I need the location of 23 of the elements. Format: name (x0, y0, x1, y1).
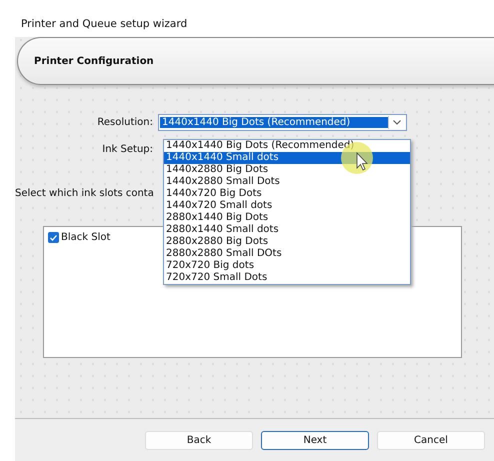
resolution-option[interactable]: 1440x2880 Big Dots (164, 164, 410, 176)
resolution-option[interactable]: 1440x2880 Small Dots (164, 176, 410, 188)
wizard-button[interactable]: Next (261, 430, 369, 450)
wizard-button[interactable]: Cancel (377, 430, 485, 450)
chevron-icon (393, 120, 401, 124)
window-title: Printer and Queue setup wizard (21, 18, 188, 30)
slot-label: Black Slot (61, 232, 110, 243)
resolution-option[interactable]: 1440x1440 Big Dots (Recommended) (164, 140, 410, 152)
resolution-option[interactable]: 720x720 Small Dots (164, 272, 410, 284)
resolution-option[interactable]: 2880x1440 Small dots (164, 224, 410, 236)
resolution-option[interactable]: 2880x1440 Big Dots (164, 212, 410, 224)
page-title: Printer Configuration (34, 56, 154, 66)
field-label: Ink Setup: (101, 144, 154, 154)
wizard-button[interactable]: Back (145, 430, 253, 450)
resolution-option[interactable]: 1440x720 Big Dots (164, 188, 410, 200)
resolution-dropdown[interactable]: 1440x1440 Big Dots (Recommended) (158, 114, 407, 130)
checkbox[interactable] (48, 232, 59, 243)
slots-prompt: Select which ink slots conta (15, 188, 154, 199)
field-label: Resolution: (96, 116, 154, 128)
resolution-option[interactable]: 2880x2880 Small DOts (164, 248, 410, 260)
resolution-option[interactable]: 720x720 Big dots (164, 260, 410, 272)
resolution-option[interactable]: 1440x720 Small dots (164, 200, 410, 212)
resolution-option[interactable]: 2880x2880 Big Dots (164, 236, 410, 248)
